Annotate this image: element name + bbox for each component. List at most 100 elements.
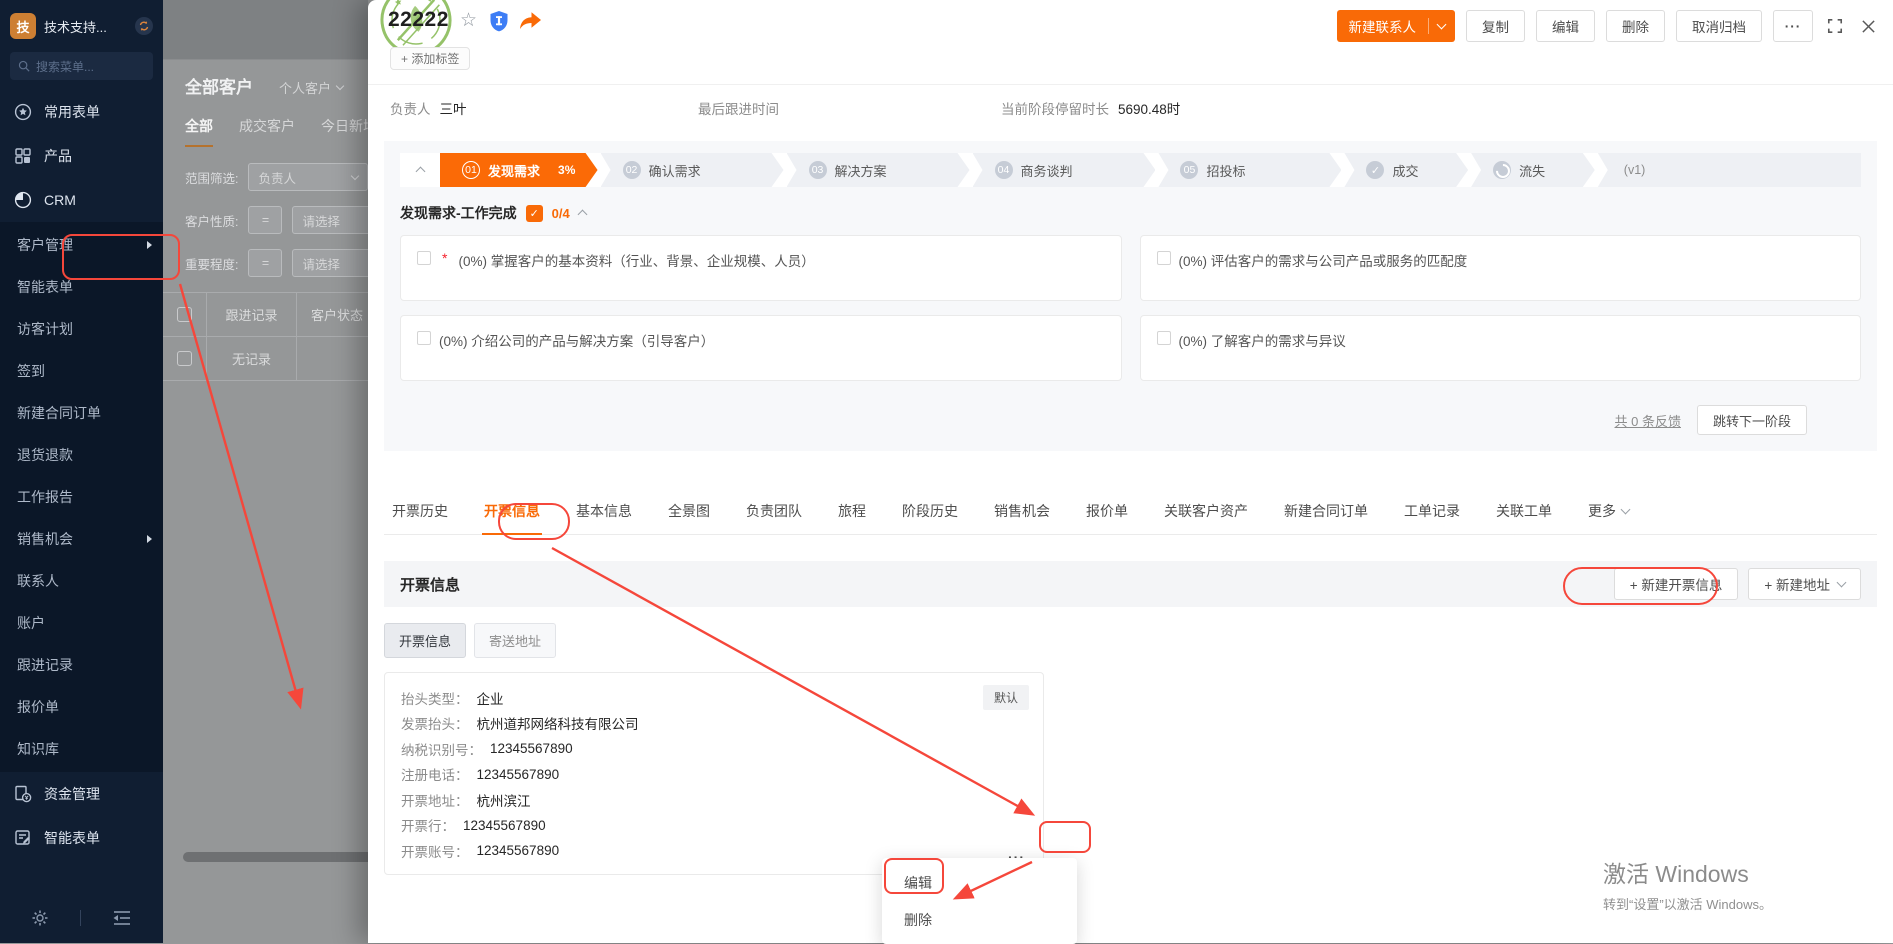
sidebar-item-smart-forms[interactable]: 智能表单 (0, 266, 163, 308)
column-header-status: 客户状态 (297, 293, 368, 336)
sidebar-item-label: 退货退款 (17, 445, 73, 465)
share-forward-icon[interactable] (518, 10, 543, 32)
close-icon[interactable] (1857, 15, 1879, 37)
tab-related-assets[interactable]: 关联客户资产 (1162, 491, 1250, 534)
checklist-item-understand-objection[interactable]: (0%) 了解客户的需求与异议 (1140, 315, 1862, 381)
workspace-switch-icon[interactable] (135, 17, 153, 35)
sidebar-item-label: 销售机会 (17, 529, 73, 549)
list-tab-closed[interactable]: 成交客户 (239, 116, 295, 147)
list-tab-all[interactable]: 全部 (185, 116, 213, 147)
sidebar-item-work-report[interactable]: 工作报告 (0, 476, 163, 518)
filter-nature-select[interactable]: 请选择 (292, 206, 368, 234)
stage-number: 03 (809, 161, 827, 179)
collapse-sidebar-icon[interactable] (112, 910, 132, 926)
row-checkbox[interactable] (177, 351, 192, 366)
checklist-item-introduce-solution[interactable]: (0%) 介绍公司的产品与解决方案（引导客户） (400, 315, 1122, 381)
new-address-button[interactable]: + 新建地址 (1748, 568, 1861, 600)
checkbox[interactable] (1157, 251, 1171, 265)
tab-basic-info[interactable]: 基本信息 (574, 491, 634, 534)
stage-won[interactable]: ✓ 成交 (1344, 153, 1468, 187)
tab-new-contract-order[interactable]: 新建合同订单 (1282, 491, 1370, 534)
customer-type-dropdown[interactable]: 个人客户 (279, 78, 343, 97)
gear-icon[interactable] (31, 909, 49, 927)
tab-team[interactable]: 负责团队 (744, 491, 804, 534)
horizontal-scrollbar[interactable] (183, 852, 368, 862)
add-tag-button[interactable]: + 添加标签 (390, 47, 470, 70)
stage-lost[interactable]: 流失 (1471, 153, 1595, 187)
checklist-title: 发现需求-工作完成 (400, 203, 517, 223)
search-input[interactable]: 搜索菜单... (10, 52, 153, 80)
sidebar-item-knowledge-base[interactable]: 知识库 (0, 728, 163, 770)
chevron-down-icon (1437, 20, 1447, 30)
check-circle-icon: ✓ (1366, 161, 1384, 179)
crm-submenu: 客户管理 智能表单 访客计划 签到 新建合同订单 退货退款 工作报告 销售机会 … (0, 222, 163, 772)
sidebar-item-visitor-plan[interactable]: 访客计划 (0, 308, 163, 350)
subtab-shipping-address[interactable]: 寄送地址 (474, 623, 556, 658)
tab-work-order-records[interactable]: 工单记录 (1402, 491, 1462, 534)
tab-journey[interactable]: 旅程 (836, 491, 868, 534)
more-actions-button[interactable]: ··· (1773, 10, 1813, 42)
filter-importance-operator[interactable]: = (248, 249, 282, 277)
stage-confirm-demand[interactable]: 02 确认需求 (601, 153, 784, 187)
tab-stage-history[interactable]: 阶段历史 (900, 491, 960, 534)
menu-item-edit[interactable]: 编辑 (882, 864, 1077, 901)
tab-related-work-orders[interactable]: 关联工单 (1494, 491, 1554, 534)
sidebar-item-contacts[interactable]: 联系人 (0, 560, 163, 602)
filter-nature-operator[interactable]: = (248, 206, 282, 234)
feedback-count-link[interactable]: 共 0 条反馈 (1615, 411, 1681, 430)
workspace-name[interactable]: 技术支持... (44, 17, 127, 36)
next-stage-button[interactable]: 跳转下一阶段 (1697, 405, 1807, 435)
checklist-item-basic-info[interactable]: * (0%) 掌握客户的基本资料（行业、背景、企业规模、人员） (400, 235, 1122, 301)
copy-button[interactable]: 复制 (1466, 10, 1525, 42)
sidebar-item-check-in[interactable]: 签到 (0, 350, 163, 392)
sidebar-item-smart-forms-2[interactable]: 智能表单 (0, 816, 163, 860)
checkbox[interactable] (1157, 331, 1171, 345)
delete-button[interactable]: 删除 (1606, 10, 1665, 42)
sidebar-item-quotation[interactable]: 报价单 (0, 686, 163, 728)
sidebar-item-common-forms[interactable]: 常用表单 (0, 90, 163, 134)
stage-bidding[interactable]: 05 招投标 (1158, 153, 1341, 187)
sidebar-item-follow-records[interactable]: 跟进记录 (0, 644, 163, 686)
star-favorite-icon[interactable]: ☆ (460, 9, 477, 32)
sidebar-item-customer-management[interactable]: 客户管理 (0, 224, 163, 266)
table-row[interactable]: 无记录 (163, 337, 368, 381)
tab-sales-opportunity[interactable]: 销售机会 (992, 491, 1052, 534)
filter-importance-select[interactable]: 请选择 (292, 249, 368, 277)
last-follow-label: 最后跟进时间 (698, 102, 779, 117)
filter-scope-select[interactable]: 负责人 (248, 163, 368, 191)
unarchive-button[interactable]: 取消归档 (1676, 10, 1762, 42)
tab-quotation[interactable]: 报价单 (1084, 491, 1130, 534)
select-all-checkbox[interactable] (177, 307, 192, 322)
checklist-item-text: (0%) 了解客户的需求与异议 (1179, 330, 1346, 350)
tab-invoice-info[interactable]: 开票信息 (482, 491, 542, 534)
checkbox[interactable] (417, 251, 431, 265)
new-invoice-info-button[interactable]: + 新建开票信息 (1614, 568, 1739, 600)
workspace-logo[interactable]: 技 (10, 13, 36, 39)
chevron-down-icon (351, 171, 359, 179)
tab-more[interactable]: 更多 (1586, 491, 1631, 534)
sidebar-item-accounts[interactable]: 账户 (0, 602, 163, 644)
subtab-invoice-info[interactable]: 开票信息 (384, 623, 466, 658)
menu-item-delete[interactable]: 删除 (882, 901, 1077, 938)
sidebar-item-products[interactable]: 产品 (0, 134, 163, 178)
stage-discover-demand[interactable]: 01 发现需求 3% (440, 153, 598, 187)
stage-solution[interactable]: 03 解决方案 (787, 153, 970, 187)
sidebar-item-sales-opportunity[interactable]: 销售机会 (0, 518, 163, 560)
fullscreen-icon[interactable] (1824, 15, 1846, 37)
sidebar-item-new-contract-order[interactable]: 新建合同订单 (0, 392, 163, 434)
checkbox[interactable] (417, 331, 431, 345)
chevron-up-icon[interactable] (577, 210, 587, 220)
list-tab-today[interactable]: 今日新增 (321, 116, 368, 147)
sidebar-item-label: 常用表单 (44, 102, 100, 122)
tab-panorama[interactable]: 全景图 (666, 491, 712, 534)
edit-button[interactable]: 编辑 (1536, 10, 1595, 42)
stage-business-negotiation[interactable]: 04 商务谈判 (973, 153, 1156, 187)
tab-invoice-history[interactable]: 开票历史 (390, 491, 450, 534)
sidebar-item-return-refund[interactable]: 退货退款 (0, 434, 163, 476)
sidebar-item-fund-management[interactable]: 资金管理 (0, 772, 163, 816)
new-contact-button[interactable]: 新建联系人 (1337, 10, 1456, 42)
checklist-item-match-evaluation[interactable]: (0%) 评估客户的需求与公司产品或服务的匹配度 (1140, 235, 1862, 301)
sidebar-item-crm[interactable]: CRM (0, 178, 163, 222)
chevron-down-icon (1837, 578, 1847, 588)
collapse-stages-button[interactable] (400, 153, 440, 187)
